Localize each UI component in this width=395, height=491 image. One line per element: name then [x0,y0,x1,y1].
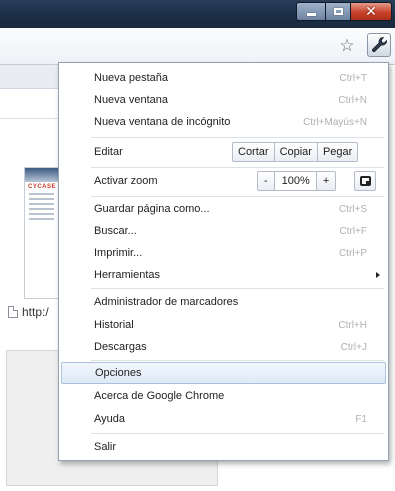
minimize-icon [306,13,316,16]
fullscreen-icon [359,176,371,186]
menu-label: Salir [94,441,117,453]
cut-button[interactable]: Cortar [232,142,275,162]
menu-label: Nueva pestaña [94,72,168,84]
menu-separator [91,196,384,197]
thumbnail-line [29,203,54,205]
menu-label: Herramientas [94,269,161,281]
menu-separator [91,360,384,361]
menu-item-options[interactable]: Opciones [61,362,386,384]
menu-item-zoom: Activar zoom - 100% + [60,169,387,193]
thumbnail-line [29,198,54,200]
menu-item-edit: Editar Cortar Copiar Pegar [60,140,387,164]
menu-item-history[interactable]: Historial Ctrl+H [60,314,387,336]
menu-label: Administrador de marcadores [94,296,239,308]
thumbnail-line [29,193,54,195]
maximize-icon [333,8,343,15]
menu-item-tools[interactable]: Herramientas [60,264,387,286]
menu-label: Editar [94,146,123,158]
link-text[interactable]: http:/ [22,305,49,319]
menu-label: Guardar página como... [94,203,210,215]
wrench-icon [372,37,387,53]
thumbnail-header [25,168,58,182]
menu-shortcut: F1 [355,413,367,425]
paste-button[interactable]: Pegar [316,142,359,162]
menu-item-help[interactable]: Ayuda F1 [60,408,387,430]
menu-shortcut: Ctrl+J [340,341,367,353]
menu-separator [91,288,384,289]
window-title-bar: ✕ [0,0,395,28]
menu-separator [91,433,384,434]
edit-button-group: Cortar Copiar Pegar [232,142,359,162]
menu-label: Buscar... [94,225,137,237]
menu-shortcut: Ctrl+H [338,319,367,331]
menu-item-about[interactable]: Acerca de Google Chrome [60,385,387,407]
page-header-strip [0,65,60,89]
menu-item-new-window[interactable]: Nueva ventana Ctrl+N [60,89,387,111]
menu-item-print[interactable]: Imprimir... Ctrl+P [60,242,387,264]
close-button[interactable]: ✕ [350,2,392,21]
menu-item-exit[interactable]: Salir [60,436,387,458]
menu-shortcut: Ctrl+P [338,247,367,259]
link-row[interactable]: http:/ [8,304,49,320]
menu-shortcut: Ctrl+F [339,225,368,237]
chrome-main-menu: Nueva pestaña Ctrl+T Nueva ventana Ctrl+… [58,62,389,461]
thumbnail-line [29,208,54,210]
browser-toolbar: ☆ [0,28,395,65]
menu-separator [91,167,384,168]
page-thumbnail[interactable]: CYCASE [24,167,58,299]
menu-shortcut: Ctrl+S [338,203,367,215]
page-icon [8,306,18,318]
menu-item-save-page[interactable]: Guardar página como... Ctrl+S [60,198,387,220]
menu-item-downloads[interactable]: Descargas Ctrl+J [60,336,387,358]
menu-label: Opciones [95,367,142,379]
menu-label: Descargas [94,341,147,353]
menu-label: Ayuda [94,413,125,425]
minimize-button[interactable] [296,2,326,21]
menu-item-bookmark-manager[interactable]: Administrador de marcadores [60,291,387,313]
menu-item-new-tab[interactable]: Nueva pestaña Ctrl+T [60,67,387,89]
menu-shortcut: Ctrl+T [339,72,368,84]
menu-shortcut: Ctrl+N [338,94,367,106]
zoom-button-group: - 100% + [257,171,337,191]
divider [0,118,60,119]
zoom-level: 100% [274,171,317,191]
menu-label: Activar zoom [94,175,158,187]
star-icon[interactable]: ☆ [337,36,357,56]
thumbnail-line [29,218,54,220]
menu-shortcut: Ctrl+Mayús+N [303,116,367,128]
maximize-button[interactable] [325,2,351,21]
menu-item-incognito[interactable]: Nueva ventana de incógnito Ctrl+Mayús+N [60,111,387,133]
zoom-out-button[interactable]: - [257,171,275,191]
menu-label: Imprimir... [94,247,143,259]
menu-label: Nueva ventana [94,94,168,106]
menu-label: Nueva ventana de incógnito [94,116,231,128]
zoom-in-button[interactable]: + [315,171,337,191]
submenu-arrow-icon [376,272,380,278]
menu-item-find[interactable]: Buscar... Ctrl+F [60,220,387,242]
menu-separator [91,137,384,138]
close-icon: ✕ [365,3,377,20]
thumbnail-logo: CYCASE [28,184,57,190]
wrench-menu-button[interactable] [367,33,391,57]
menu-label: Acerca de Google Chrome [94,390,225,402]
fullscreen-button[interactable] [354,171,376,191]
thumbnail-line [29,213,54,215]
menu-label: Historial [94,319,134,331]
copy-button[interactable]: Copiar [273,142,318,162]
